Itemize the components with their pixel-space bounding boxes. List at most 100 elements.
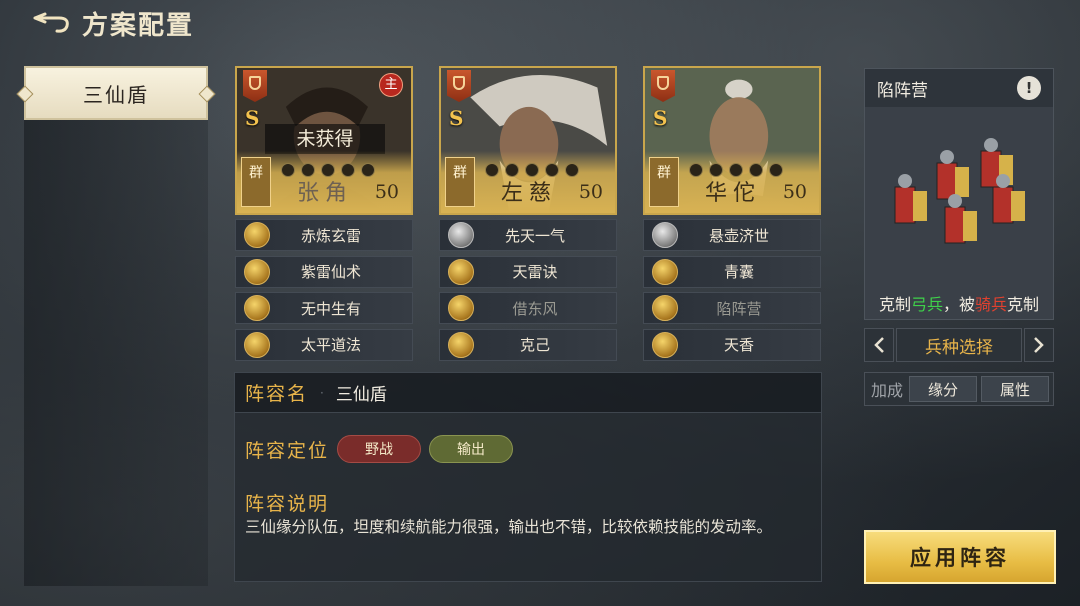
position-tag: 输出 bbox=[429, 435, 514, 463]
bonus-label: 加成 bbox=[870, 381, 903, 400]
counter-text-part: 克制 bbox=[878, 295, 911, 314]
general-name: 华佗 bbox=[704, 181, 761, 206]
skill-name: 紫雷仙术 bbox=[300, 263, 361, 281]
skill-icon bbox=[652, 295, 678, 321]
skill-icon bbox=[244, 331, 270, 358]
skill-name: 克己 bbox=[519, 336, 550, 354]
header: 方案配置 bbox=[30, 6, 195, 41]
faction-badge: 群 bbox=[649, 157, 679, 207]
back-button[interactable] bbox=[30, 10, 72, 36]
skill-icon bbox=[652, 222, 678, 248]
lineup-position-row: 阵容定位 野战 输出 bbox=[245, 435, 514, 463]
skill-slot[interactable]: 赤炼玄雷 bbox=[235, 219, 413, 251]
skill-name: 天香 bbox=[723, 336, 754, 354]
rank-shield-icon bbox=[243, 70, 267, 102]
skill-name: 无中生有 bbox=[300, 299, 361, 318]
skill-name: 天雷诀 bbox=[512, 263, 558, 281]
prev-troop-button[interactable] bbox=[864, 328, 894, 362]
chevron-left-icon bbox=[874, 337, 884, 353]
tab-fate[interactable]: 缘分 bbox=[909, 376, 977, 402]
faction-label: 群 bbox=[249, 165, 263, 181]
troop-name: 陷阵营 bbox=[877, 80, 928, 101]
general-level: 50 bbox=[782, 181, 807, 203]
counter-bad-unit: 骑兵 bbox=[975, 295, 1008, 314]
separator-dot: · bbox=[320, 385, 324, 400]
plan-list: 三仙盾 bbox=[24, 66, 208, 586]
chevron-right-icon bbox=[1034, 337, 1044, 353]
skill-slot[interactable]: 太平道法 bbox=[235, 328, 413, 361]
general-name: 左慈 bbox=[500, 181, 557, 206]
rank-shield-icon bbox=[447, 70, 471, 102]
skill-slot[interactable]: 无中生有 bbox=[235, 292, 413, 324]
skill-icon bbox=[652, 258, 678, 285]
skill-slot[interactable]: 悬壶济世 bbox=[643, 219, 821, 251]
counter-text-part: ，被 bbox=[942, 295, 975, 314]
general-level: 50 bbox=[578, 181, 603, 203]
skill-list: 赤炼玄雷 紫雷仙术 无中生有 太平道法 bbox=[235, 219, 413, 365]
skill-icon bbox=[448, 331, 474, 358]
troop-panel: 陷阵营 ! 克制弓兵，被骑兵克制 bbox=[864, 68, 1054, 320]
troop-selector: 兵种选择 bbox=[864, 328, 1054, 362]
skill-icon bbox=[244, 222, 270, 248]
skill-icon bbox=[652, 331, 678, 358]
rank-shield-icon bbox=[651, 70, 675, 102]
plan-item-selected[interactable]: 三仙盾 bbox=[24, 66, 208, 120]
lineup-desc-label: 阵容说明 bbox=[245, 493, 330, 515]
skill-list: 悬壶济世 青囊 陷阵营 天香 bbox=[643, 219, 821, 365]
lineup-position-label: 阵容定位 bbox=[245, 439, 330, 462]
unobtained-label: 未获得 bbox=[265, 124, 385, 154]
lineup-name-label: 阵容名 bbox=[245, 383, 309, 405]
skill-slot[interactable]: 借东风 bbox=[439, 292, 617, 324]
bonus-bar: 加成 缘分 属性 bbox=[864, 372, 1054, 406]
faction-label: 群 bbox=[453, 165, 467, 181]
troop-counter-text: 克制弓兵，被骑兵克制 bbox=[865, 291, 1053, 315]
general-level: 50 bbox=[374, 181, 399, 203]
counter-text-part: 克制 bbox=[1007, 295, 1040, 314]
skill-list: 先天一气 天雷诀 借东风 克己 bbox=[439, 219, 617, 365]
faction-label: 群 bbox=[657, 165, 671, 181]
skill-icon bbox=[448, 295, 474, 321]
skill-icon bbox=[244, 258, 270, 285]
skill-slot[interactable]: 天香 bbox=[643, 328, 821, 361]
info-icon[interactable]: ! bbox=[1017, 76, 1041, 100]
counter-good-unit: 弓兵 bbox=[910, 295, 943, 314]
lineup-info-panel: 阵容名 · 三仙盾 阵容定位 野战 输出 阵容说明 三仙缘分队伍，坦度和续航能力… bbox=[234, 372, 822, 582]
back-arrow-icon bbox=[33, 12, 69, 33]
skill-name: 先天一气 bbox=[504, 226, 565, 245]
skill-name: 悬壶济世 bbox=[708, 226, 769, 245]
skill-icon bbox=[448, 258, 474, 285]
skill-slot[interactable]: 克己 bbox=[439, 328, 617, 361]
skill-name: 借东风 bbox=[512, 299, 558, 318]
troop-select-button[interactable]: 兵种选择 bbox=[896, 328, 1022, 362]
skill-slot[interactable]: 先天一气 bbox=[439, 219, 617, 251]
page-title: 方案配置 bbox=[82, 10, 195, 41]
general-card[interactable]: S 群 华佗 50 bbox=[643, 66, 821, 215]
skill-name: 陷阵营 bbox=[716, 299, 762, 318]
general-grade: S bbox=[653, 106, 668, 130]
skill-slot[interactable]: 陷阵营 bbox=[643, 292, 821, 324]
troop-soldiers-image bbox=[894, 138, 1025, 244]
position-tag: 野战 bbox=[337, 435, 422, 463]
troop-header: 陷阵营 ! bbox=[865, 69, 1053, 107]
skill-slot[interactable]: 青囊 bbox=[643, 255, 821, 288]
skill-slot[interactable]: 紫雷仙术 bbox=[235, 255, 413, 288]
skill-name: 太平道法 bbox=[300, 336, 361, 354]
lineup-name-value[interactable]: 三仙盾 bbox=[336, 380, 387, 405]
skill-icon bbox=[244, 295, 270, 321]
next-troop-button[interactable] bbox=[1024, 328, 1054, 362]
general-card[interactable]: S 群 左慈 50 bbox=[439, 66, 617, 215]
general-grade: S bbox=[245, 106, 260, 130]
skill-icon bbox=[448, 222, 474, 248]
general-card[interactable]: S 主 未获得 群 张角 50 bbox=[235, 66, 413, 215]
tab-attributes[interactable]: 属性 bbox=[981, 376, 1049, 402]
leader-badge: 主 bbox=[379, 73, 403, 97]
faction-badge: 群 bbox=[445, 157, 475, 207]
apply-lineup-button[interactable]: 应用阵容 bbox=[864, 530, 1056, 584]
lineup-desc-text: 三仙缘分队伍，坦度和续航能力很强，输出也不错，比较依赖技能的发动率。 bbox=[245, 518, 773, 536]
lineup-name-row: 阵容名 · 三仙盾 bbox=[235, 373, 821, 413]
faction-badge: 群 bbox=[241, 157, 271, 207]
skill-name: 赤炼玄雷 bbox=[300, 226, 361, 245]
skill-slot[interactable]: 天雷诀 bbox=[439, 255, 617, 288]
skill-name: 青囊 bbox=[723, 263, 754, 281]
general-name: 张角 bbox=[296, 181, 353, 206]
